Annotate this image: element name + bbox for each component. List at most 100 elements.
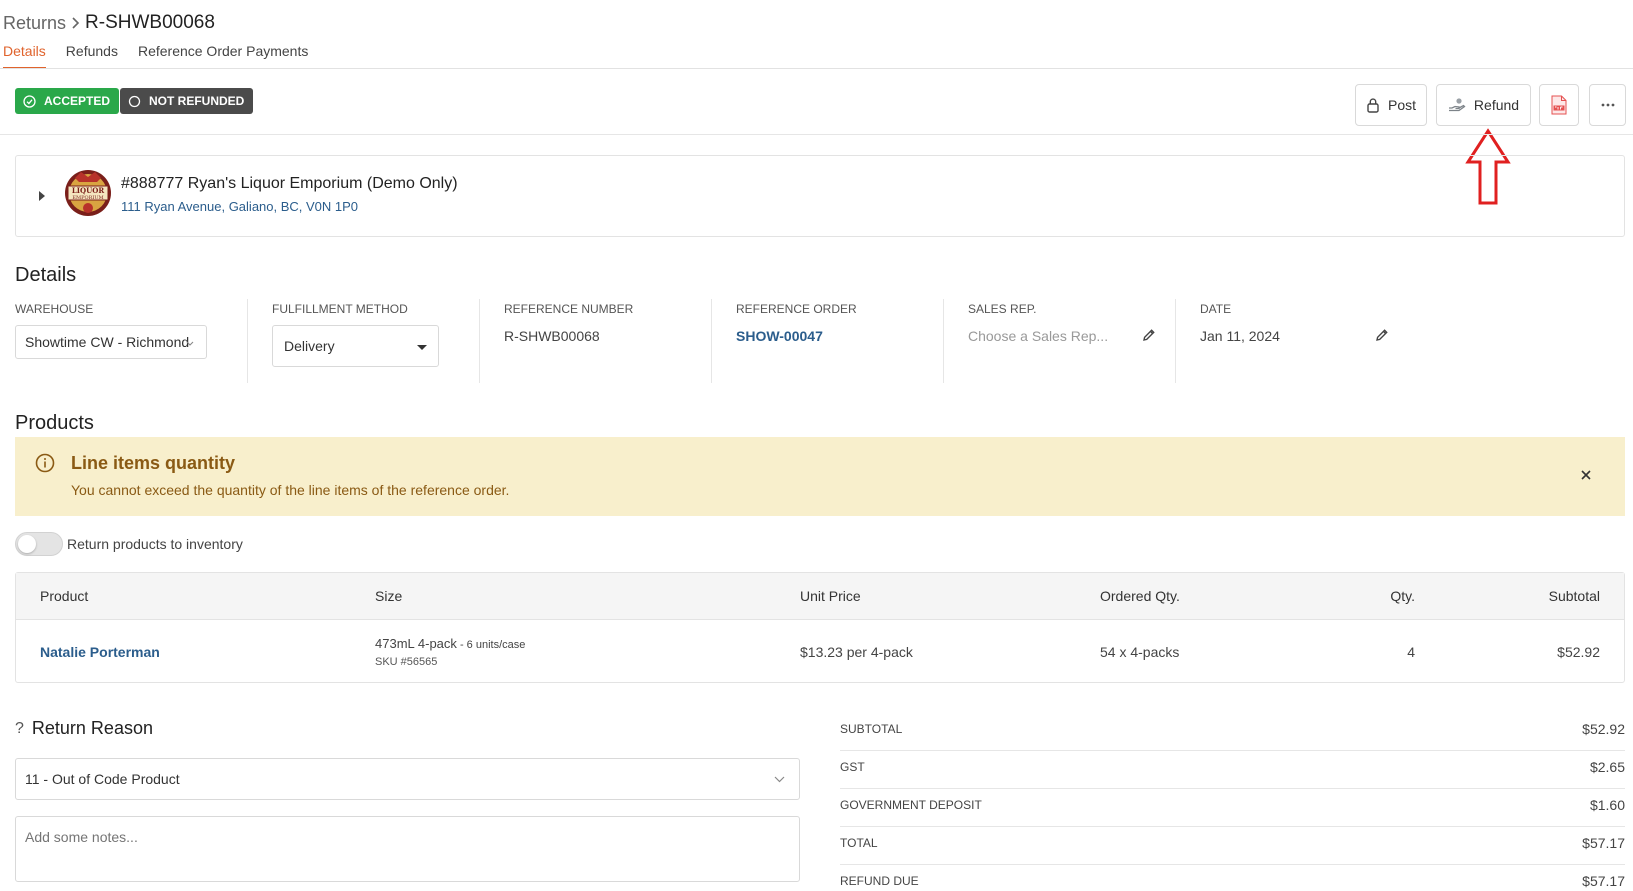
breadcrumb: Returns R-SHWB00068: [3, 10, 215, 36]
totals-row-government-deposit: GOVERNMENT DEPOSIT $1.60: [840, 789, 1625, 827]
pencil-icon[interactable]: [1375, 328, 1389, 342]
totals-row-refund-due: REFUND DUE $57.17: [840, 865, 1625, 891]
return-to-inventory-toggle[interactable]: [15, 532, 63, 556]
column-header-size: Size: [375, 588, 403, 604]
warehouse-select[interactable]: Showtime CW - Richmond: [15, 325, 207, 359]
toggle-knob: [18, 535, 36, 553]
product-size-text: 473mL 4-pack: [375, 636, 457, 651]
customer-card: LIQUOR EMPORIUM #888777 Ryan's Liquor Em…: [15, 155, 1625, 237]
fulfillment-method-select[interactable]: Delivery: [272, 325, 439, 367]
hand-coin-icon: [1448, 97, 1466, 113]
totals-value: $1.60: [1589, 797, 1625, 813]
pdf-button[interactable]: [1539, 84, 1579, 126]
column-header-unit-price: Unit Price: [800, 588, 861, 604]
totals-row-gst: GST $2.65: [840, 751, 1625, 789]
table-header: Product Size Unit Price Ordered Qty. Qty…: [16, 573, 1624, 620]
product-subtotal: $52.92: [1557, 644, 1600, 660]
warehouse-label: WAREHOUSE: [15, 302, 94, 316]
warehouse-value: Showtime CW - Richmond: [25, 334, 190, 350]
column-divider: [479, 299, 480, 383]
totals-label: REFUND DUE: [840, 874, 919, 888]
tab-refunds[interactable]: Refunds: [66, 42, 118, 69]
pencil-icon[interactable]: [1142, 328, 1156, 342]
post-button-label: Post: [1387, 97, 1416, 113]
product-unit-price: $13.23 per 4-pack: [800, 644, 913, 660]
chevron-down-icon: [186, 341, 194, 346]
alert-title: Line items quantity: [71, 453, 236, 473]
totals-value: $57.17: [1582, 873, 1625, 889]
question-icon: ?: [15, 719, 24, 737]
totals-label: SUBTOTAL: [840, 722, 903, 736]
column-header-ordered-qty: Ordered Qty.: [1100, 588, 1180, 604]
details-heading: Details: [15, 264, 77, 286]
product-ordered-qty: 54 x 4-packs: [1100, 644, 1180, 660]
return-to-inventory-label: Return products to inventory: [67, 536, 243, 552]
refund-button[interactable]: Refund: [1436, 84, 1531, 126]
totals-value: $52.92: [1582, 721, 1625, 737]
products-table: Product Size Unit Price Ordered Qty. Qty…: [15, 572, 1625, 683]
column-divider: [247, 299, 248, 383]
return-reason-select[interactable]: 11 - Out of Code Product: [15, 758, 800, 800]
column-header-product: Product: [40, 588, 89, 604]
tab-reference-order-payments[interactable]: Reference Order Payments: [138, 42, 308, 69]
product-qty[interactable]: 4: [1407, 644, 1415, 660]
sales-rep-label: SALES REP.: [968, 302, 1037, 316]
caret-down-icon: [416, 344, 428, 351]
ellipsis-icon: [1601, 103, 1615, 107]
lock-icon: [1366, 97, 1380, 113]
totals-row-subtotal: SUBTOTAL $52.92: [840, 713, 1625, 751]
alert-message: You cannot exceed the quantity of the li…: [71, 482, 510, 498]
more-options-button[interactable]: [1589, 84, 1626, 126]
close-icon[interactable]: [1581, 470, 1591, 480]
page-title: R-SHWB00068: [85, 12, 215, 33]
toolbar-divider: [0, 134, 1633, 135]
return-reason-value: 11 - Out of Code Product: [25, 771, 180, 787]
customer-logo: LIQUOR EMPORIUM: [63, 168, 113, 218]
customer-name: #888777 Ryan's Liquor Emporium (Demo Onl…: [121, 175, 458, 192]
circle-icon: [128, 95, 141, 108]
product-size: 473mL 4-pack - 6 units/case: [375, 636, 525, 651]
return-reason-title: Return Reason: [31, 718, 153, 738]
reference-number-label: REFERENCE NUMBER: [504, 302, 634, 316]
column-header-subtotal: Subtotal: [1548, 588, 1600, 604]
column-header-qty: Qty.: [1390, 588, 1415, 604]
column-divider: [943, 299, 944, 383]
status-badge-accepted-label: ACCEPTED: [44, 94, 111, 108]
reference-order-label: REFERENCE ORDER: [736, 302, 857, 316]
totals-label: TOTAL: [840, 836, 878, 850]
status-badge-not-refunded: NOT REFUNDED: [120, 88, 254, 114]
chevron-right-icon: [70, 16, 81, 30]
products-heading: Products: [15, 412, 94, 434]
reference-order-link[interactable]: SHOW-00047: [736, 328, 823, 344]
notes-textarea[interactable]: [15, 816, 800, 882]
totals-label: GST: [840, 760, 865, 774]
fulfillment-method-label: FULFILLMENT METHOD: [272, 302, 408, 316]
customer-address[interactable]: 111 Ryan Avenue, Galiano, BC, V0N 1P0: [121, 199, 358, 214]
info-circle-icon: [35, 453, 55, 473]
sales-rep-select[interactable]: Choose a Sales Rep...: [968, 328, 1108, 344]
totals-value: $2.65: [1589, 759, 1625, 775]
totals-row-total: TOTAL $57.17: [840, 827, 1625, 865]
post-button[interactable]: Post: [1355, 84, 1427, 126]
check-circle-icon: [23, 94, 36, 108]
product-name-link[interactable]: Natalie Porterman: [40, 644, 160, 660]
fulfillment-method-value: Delivery: [284, 338, 335, 354]
totals-value: $57.17: [1582, 835, 1625, 851]
reference-number-value: R-SHWB00068: [504, 328, 600, 344]
logo-text-bottom: EMPORIUM: [72, 195, 103, 201]
logo-text-top: LIQUOR: [72, 186, 104, 195]
totals-label: GOVERNMENT DEPOSIT: [840, 798, 982, 812]
column-divider: [1175, 299, 1176, 383]
status-badge-not-refunded-label: NOT REFUNDED: [149, 94, 245, 108]
date-value[interactable]: Jan 11, 2024: [1200, 328, 1280, 344]
line-items-alert: Line items quantity You cannot exceed th…: [15, 437, 1625, 516]
tab-bar: Details Refunds Reference Order Payments: [3, 42, 308, 69]
breadcrumb-returns-link[interactable]: Returns: [3, 13, 66, 34]
expand-caret-icon[interactable]: [38, 190, 46, 202]
tab-details[interactable]: Details: [3, 42, 46, 69]
column-divider: [711, 299, 712, 383]
return-reason-heading: ? Return Reason: [15, 718, 153, 739]
date-label: DATE: [1200, 302, 1232, 316]
refund-button-label: Refund: [1473, 97, 1520, 113]
tabs-divider: [0, 68, 1633, 69]
